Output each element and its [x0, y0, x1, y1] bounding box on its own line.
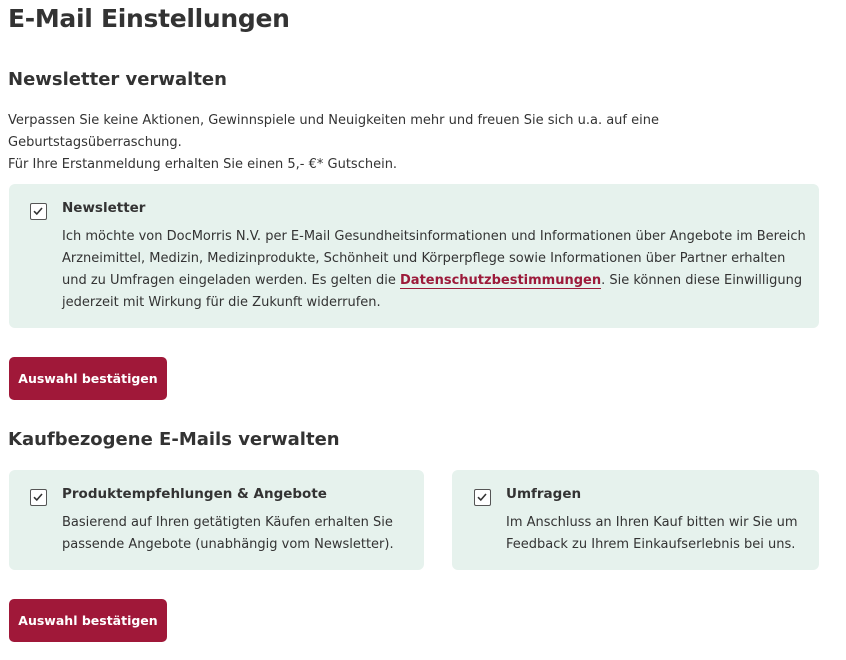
intro-line-2: Für Ihre Erstanmeldung erhalten Sie eine…: [8, 157, 398, 172]
confirm-newsletter-button[interactable]: Auswahl bestätigen: [9, 357, 167, 400]
surveys-title: Umfragen: [506, 486, 582, 502]
product-recommendations-box: Produktempfehlungen & Angebote Basierend…: [9, 470, 424, 570]
newsletter-option-box: Newsletter Ich möchte von DocMorris N.V.…: [9, 184, 819, 328]
confirm-purchase-emails-button[interactable]: Auswahl bestätigen: [9, 599, 167, 642]
newsletter-option-title: Newsletter: [62, 200, 146, 216]
check-icon: [33, 207, 43, 216]
surveys-checkbox[interactable]: [474, 489, 491, 506]
privacy-policy-link[interactable]: Datenschutzbestimmungen: [400, 273, 602, 289]
newsletter-intro: Verpassen Sie keine Aktionen, Gewinnspie…: [8, 110, 818, 176]
check-icon: [33, 493, 43, 502]
intro-line-1: Verpassen Sie keine Aktionen, Gewinnspie…: [8, 113, 659, 150]
product-recommendations-description: Basierend auf Ihren getätigten Käufen er…: [62, 515, 394, 552]
surveys-description: Im Anschluss an Ihren Kauf bitten wir Si…: [506, 515, 798, 552]
purchase-section-title: Kaufbezogene E-Mails verwalten: [8, 429, 340, 450]
product-recommendations-checkbox[interactable]: [30, 489, 47, 506]
page-title: E-Mail Einstellungen: [8, 4, 290, 33]
surveys-box: Umfragen Im Anschluss an Ihren Kauf bitt…: [452, 470, 819, 570]
newsletter-option-description: Ich möchte von DocMorris N.V. per E-Mail…: [62, 229, 806, 310]
newsletter-section-title: Newsletter verwalten: [8, 69, 227, 90]
product-recommendations-title: Produktempfehlungen & Angebote: [62, 486, 327, 502]
check-icon: [477, 493, 487, 502]
newsletter-checkbox[interactable]: [30, 203, 47, 220]
